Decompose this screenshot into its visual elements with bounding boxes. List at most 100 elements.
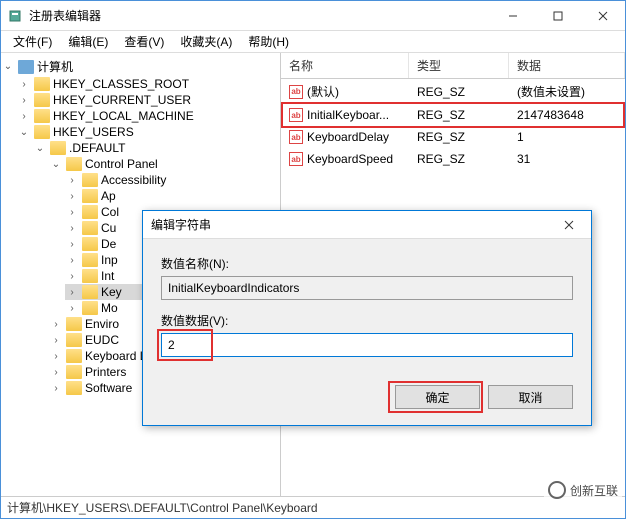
value-data: 31 [509, 150, 625, 168]
menubar: 文件(F) 编辑(E) 查看(V) 收藏夹(A) 帮助(H) [1, 31, 625, 53]
folder-icon [82, 269, 98, 283]
header-type[interactable]: 类型 [409, 53, 509, 78]
tree-key-default[interactable]: ⌄ .DEFAULT [33, 140, 280, 156]
menu-file[interactable]: 文件(F) [5, 31, 60, 52]
window-title: 注册表编辑器 [29, 7, 490, 24]
tree-label: Control Panel [85, 157, 158, 171]
tree-label: EUDC [85, 333, 119, 347]
expand-icon[interactable]: › [65, 301, 79, 315]
folder-icon [66, 157, 82, 171]
expand-icon[interactable]: › [65, 285, 79, 299]
expand-icon[interactable]: › [49, 333, 63, 347]
menu-help[interactable]: 帮助(H) [240, 31, 297, 52]
dialog-titlebar[interactable]: 编辑字符串 [143, 211, 591, 239]
tree-hive[interactable]: ⌄ HKEY_USERS [17, 124, 280, 140]
expand-icon[interactable]: › [17, 109, 31, 123]
expand-icon[interactable]: › [17, 77, 31, 91]
tree-label: Printers [85, 365, 126, 379]
tree-label: Software [85, 381, 132, 395]
collapse-icon[interactable]: ⌄ [33, 141, 47, 155]
expand-icon[interactable]: › [65, 253, 79, 267]
folder-icon [66, 381, 82, 395]
app-icon [7, 8, 23, 24]
folder-icon [50, 141, 66, 155]
tree-label: HKEY_USERS [53, 125, 134, 139]
value-name: InitialKeyboar... [307, 108, 389, 122]
tree-label: 计算机 [37, 58, 73, 75]
value-data-label: 数值数据(V): [161, 312, 573, 329]
reg-string-icon [289, 85, 303, 99]
value-type: REG_SZ [409, 83, 509, 101]
tree-label: Col [101, 205, 119, 219]
tree-label: HKEY_LOCAL_MACHINE [53, 109, 194, 123]
tree-root[interactable]: ⌄ 计算机 [1, 57, 280, 76]
expand-icon[interactable]: › [65, 189, 79, 203]
header-name[interactable]: 名称 [281, 53, 409, 78]
maximize-button[interactable] [535, 1, 580, 30]
collapse-icon[interactable]: ⌄ [1, 60, 15, 74]
expand-icon[interactable]: › [49, 381, 63, 395]
expand-icon[interactable]: › [49, 349, 63, 363]
tree-label: Cu [101, 221, 116, 235]
folder-icon [66, 333, 82, 347]
value-name: KeyboardDelay [307, 130, 389, 144]
expand-icon[interactable]: › [65, 221, 79, 235]
titlebar[interactable]: 注册表编辑器 [1, 1, 625, 31]
expand-icon[interactable]: › [65, 205, 79, 219]
expand-icon[interactable]: › [49, 365, 63, 379]
dialog-close-button[interactable] [555, 213, 583, 237]
dialog-title: 编辑字符串 [151, 216, 555, 233]
tree-key-control-panel[interactable]: ⌄ Control Panel [49, 156, 280, 172]
reg-string-icon [289, 152, 303, 166]
close-button[interactable] [580, 1, 625, 30]
value-data: (数值未设置) [509, 81, 625, 102]
value-data-input[interactable] [161, 333, 573, 357]
expand-icon[interactable]: › [65, 237, 79, 251]
tree-label: De [101, 237, 116, 251]
folder-icon [34, 125, 50, 139]
table-row[interactable]: KeyboardSpeedREG_SZ31 [281, 148, 625, 170]
edit-string-dialog: 编辑字符串 数值名称(N): 数值数据(V): 确定 取消 [142, 210, 592, 426]
folder-icon [66, 349, 82, 363]
reg-string-icon [289, 108, 303, 122]
value-type: REG_SZ [409, 150, 509, 168]
tree-label: Accessibility [101, 173, 166, 187]
watermark-text: 创新互联 [570, 482, 618, 499]
expand-icon[interactable]: › [49, 317, 63, 331]
collapse-icon[interactable]: ⌄ [17, 125, 31, 139]
value-name: (默认) [307, 83, 339, 100]
expand-icon[interactable]: › [65, 173, 79, 187]
ok-button[interactable]: 确定 [395, 385, 480, 409]
folder-icon [82, 221, 98, 235]
tree-hive[interactable]: › HKEY_LOCAL_MACHINE [17, 108, 280, 124]
tree-key[interactable]: ›Ap [65, 188, 280, 204]
tree-hive[interactable]: ›HKEY_CURRENT_USER [17, 92, 280, 108]
tree-label: Key [101, 285, 122, 299]
folder-icon [82, 285, 98, 299]
minimize-button[interactable] [490, 1, 535, 30]
value-name-input [161, 276, 573, 300]
table-row[interactable]: InitialKeyboar...REG_SZ2147483648 [281, 104, 625, 126]
header-data[interactable]: 数据 [509, 53, 625, 78]
window-controls [490, 1, 625, 30]
folder-icon [66, 365, 82, 379]
menu-favorites[interactable]: 收藏夹(A) [172, 31, 240, 52]
tree-label: Enviro [85, 317, 119, 331]
folder-icon [82, 237, 98, 251]
tree-label: HKEY_CLASSES_ROOT [53, 77, 189, 91]
tree-label: .DEFAULT [69, 141, 125, 155]
expand-icon[interactable]: › [17, 93, 31, 107]
folder-icon [82, 205, 98, 219]
menu-edit[interactable]: 编辑(E) [60, 31, 116, 52]
statusbar: 计算机\HKEY_USERS\.DEFAULT\Control Panel\Ke… [1, 496, 625, 518]
tree-hive[interactable]: › HKEY_CLASSES_ROOT [17, 76, 280, 92]
tree-key[interactable]: › Accessibility [65, 172, 280, 188]
table-row[interactable]: KeyboardDelayREG_SZ1 [281, 126, 625, 148]
collapse-icon[interactable]: ⌄ [49, 157, 63, 171]
folder-icon [34, 77, 50, 91]
menu-view[interactable]: 查看(V) [116, 31, 172, 52]
computer-icon [18, 60, 34, 74]
expand-icon[interactable]: › [65, 269, 79, 283]
cancel-button[interactable]: 取消 [488, 385, 573, 409]
table-row[interactable]: (默认) REG_SZ(数值未设置) [281, 79, 625, 104]
